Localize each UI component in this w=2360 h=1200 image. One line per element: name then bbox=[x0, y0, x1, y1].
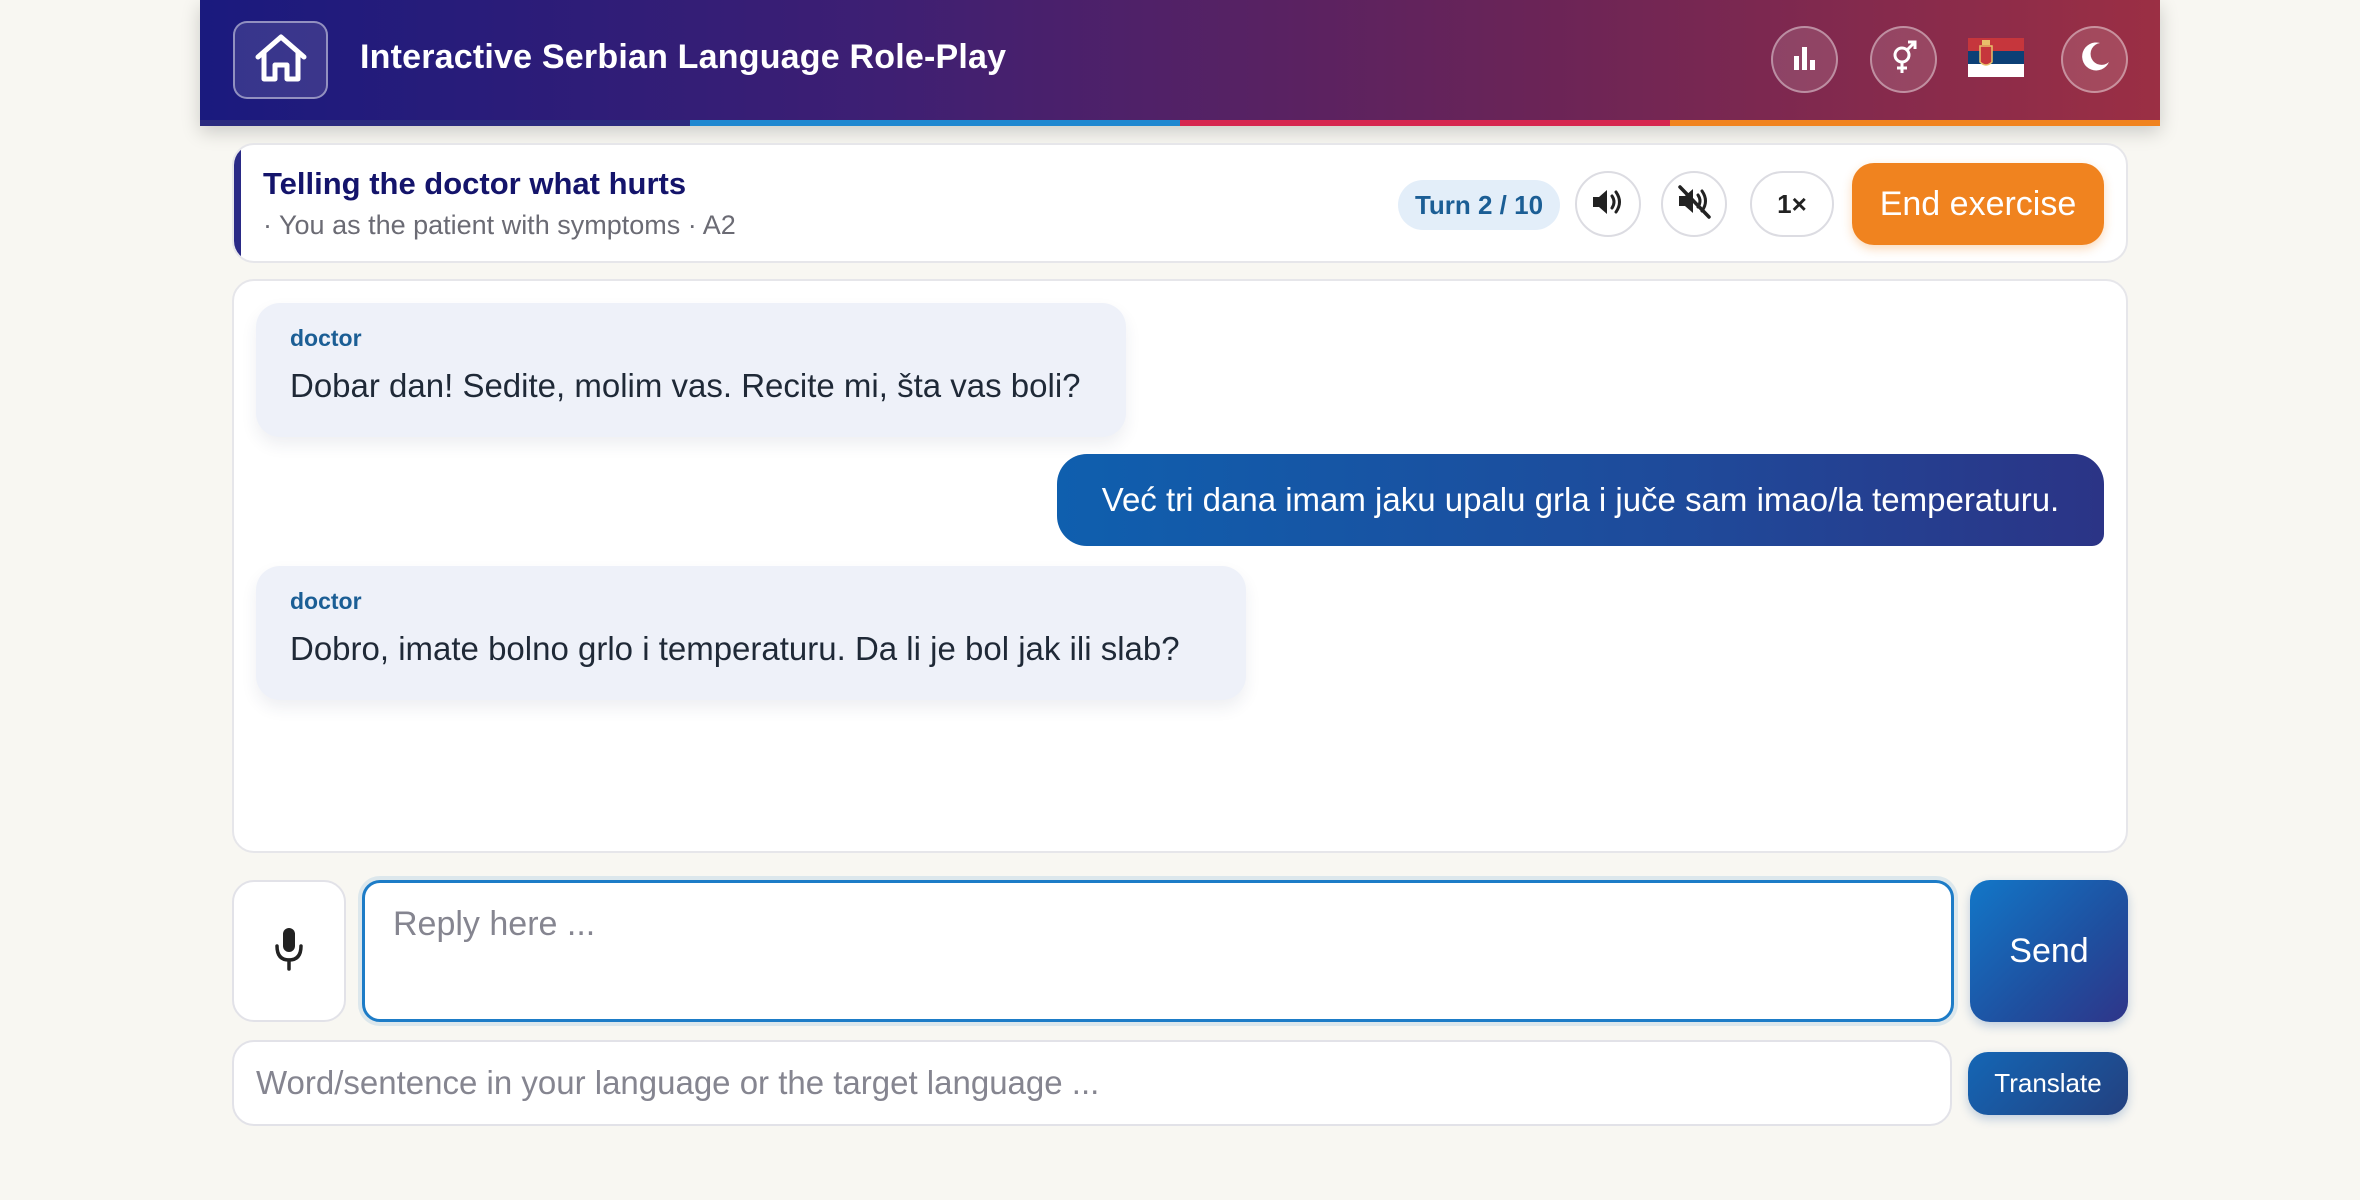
outgoing-message: Već tri dana imam jaku upalu grla i juče… bbox=[1057, 454, 2104, 546]
app-root: Interactive Serbian Language Role-Play T… bbox=[200, 0, 2160, 1200]
translate-button[interactable]: Translate bbox=[1968, 1052, 2128, 1115]
playback-speed-button[interactable]: 1× bbox=[1750, 171, 1834, 237]
app-title: Interactive Serbian Language Role-Play bbox=[360, 38, 1007, 76]
home-button[interactable] bbox=[233, 21, 328, 99]
microphone-icon bbox=[272, 926, 306, 977]
translate-input[interactable] bbox=[232, 1040, 1952, 1126]
stripe-segment bbox=[690, 120, 1180, 126]
moon-icon bbox=[2078, 40, 2112, 79]
home-icon bbox=[252, 31, 310, 90]
audio-play-button[interactable] bbox=[1575, 171, 1641, 237]
message-text: Dobar dan! Sedite, molim vas. Recite mi,… bbox=[290, 367, 1081, 404]
message-speaker: doctor bbox=[290, 588, 362, 614]
theme-toggle-button[interactable] bbox=[2061, 26, 2128, 93]
stats-button[interactable] bbox=[1771, 26, 1838, 93]
message-text: Dobro, imate bolno grlo i temperaturu. D… bbox=[290, 630, 1180, 667]
exercise-subtitle: · You as the patient with symptoms · A2 bbox=[263, 210, 736, 240]
incoming-message: doctor Dobar dan! Sedite, molim vas. Rec… bbox=[256, 303, 1126, 437]
chat-transcript[interactable]: doctor Dobar dan! Sedite, molim vas. Rec… bbox=[232, 279, 2128, 853]
speaker-icon bbox=[1590, 186, 1626, 223]
app-header: Interactive Serbian Language Role-Play bbox=[200, 0, 2160, 126]
stats-icon bbox=[1791, 44, 1819, 75]
send-button[interactable]: Send bbox=[1970, 880, 2128, 1022]
turn-counter-badge: Turn 2 / 10 bbox=[1398, 180, 1560, 230]
incoming-message: doctor Dobro, imate bolno grlo i tempera… bbox=[256, 566, 1246, 700]
stripe-segment bbox=[200, 120, 690, 126]
serbia-flag-icon[interactable] bbox=[1968, 34, 2024, 82]
voice-mute-button[interactable] bbox=[1661, 171, 1727, 237]
end-exercise-button[interactable]: End exercise bbox=[1852, 163, 2104, 245]
stripe-segment bbox=[1670, 120, 2160, 126]
message-speaker: doctor bbox=[290, 325, 362, 351]
stripe-segment bbox=[1180, 120, 1670, 126]
microphone-button[interactable] bbox=[232, 880, 346, 1022]
reply-input[interactable] bbox=[362, 880, 1954, 1022]
exercise-title: Telling the doctor what hurts bbox=[263, 166, 687, 201]
gender-icon bbox=[1889, 39, 1919, 80]
exercise-bar: Telling the doctor what hurts · You as t… bbox=[232, 143, 2128, 263]
gender-toggle-button[interactable] bbox=[1870, 26, 1937, 93]
mute-icon bbox=[1675, 184, 1713, 225]
header-stripe bbox=[200, 120, 2160, 126]
